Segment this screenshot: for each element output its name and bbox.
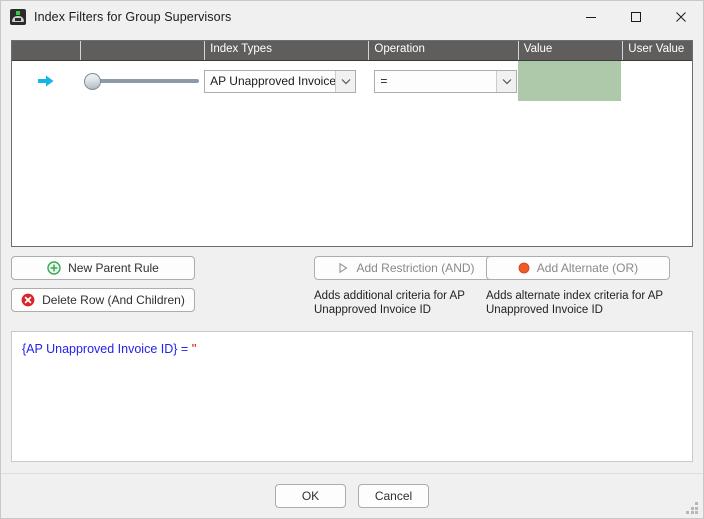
- title-bar: Index Filters for Group Supervisors: [1, 1, 703, 32]
- app-icon: [10, 8, 26, 25]
- index-type-cell[interactable]: AP Unapproved Invoice ...: [204, 61, 368, 101]
- operation-cell[interactable]: =: [368, 61, 518, 101]
- dialog-window: Index Filters for Group Supervisors Inde…: [0, 0, 704, 519]
- delete-circle-icon: [21, 293, 35, 307]
- add-alternate-label: Add Alternate (OR): [536, 261, 639, 275]
- minimize-icon[interactable]: [568, 1, 613, 32]
- window-title: Index Filters for Group Supervisors: [34, 9, 232, 24]
- add-alternate-column: Add Alternate (OR) Adds alternate index …: [486, 256, 693, 318]
- left-action-column: New Parent Rule Delete Row (And Children…: [11, 256, 260, 318]
- rule-depth-cell[interactable]: [80, 61, 204, 101]
- expression-field: {AP Unapproved Invoice ID}: [22, 342, 178, 356]
- dialog-footer: OK Cancel: [1, 473, 703, 518]
- action-bar: New Parent Rule Delete Row (And Children…: [11, 256, 693, 318]
- alternate-circle-icon: [518, 262, 530, 274]
- column-header-index-types[interactable]: Index Types: [204, 41, 368, 60]
- column-header-rule[interactable]: [79, 41, 204, 60]
- row-selected-arrow-icon: [37, 75, 54, 87]
- cancel-button[interactable]: Cancel: [358, 484, 429, 508]
- add-restriction-button[interactable]: Add Restriction (AND): [314, 256, 498, 280]
- play-triangle-icon: [337, 262, 349, 274]
- add-restriction-column: Add Restriction (AND) Adds additional cr…: [260, 256, 498, 318]
- add-restriction-label: Add Restriction (AND): [356, 261, 475, 275]
- resize-grip[interactable]: [686, 502, 699, 515]
- close-icon[interactable]: [658, 1, 703, 32]
- column-header-select[interactable]: [12, 41, 80, 60]
- add-alternate-button[interactable]: Add Alternate (OR): [486, 256, 670, 280]
- expression-preview: {AP Unapproved Invoice ID} = '': [11, 331, 693, 462]
- value-input[interactable]: [517, 61, 621, 101]
- operation-value: =: [380, 74, 388, 88]
- delete-row-label: Delete Row (And Children): [42, 293, 185, 307]
- ok-button[interactable]: OK: [275, 484, 346, 508]
- row-selector-cell[interactable]: [12, 61, 80, 101]
- rule-depth-slider[interactable]: [83, 70, 202, 92]
- index-type-value: AP Unapproved Invoice ...: [210, 74, 336, 88]
- window-controls: [568, 1, 703, 32]
- expression-literal: '': [191, 342, 197, 356]
- add-alternate-hint: Adds alternate index criteria for AP Una…: [486, 290, 663, 316]
- chevron-down-icon[interactable]: [335, 70, 356, 92]
- column-header-operation[interactable]: Operation: [368, 41, 517, 60]
- grid-header-row: Index Types Operation Value User Value: [12, 41, 692, 61]
- table-row[interactable]: AP Unapproved Invoice ... =: [12, 61, 692, 101]
- delete-row-button[interactable]: Delete Row (And Children): [11, 288, 195, 312]
- index-type-dropdown[interactable]: AP Unapproved Invoice ...: [204, 69, 357, 93]
- slider-track: [92, 79, 199, 83]
- expression-operator: =: [180, 342, 189, 356]
- column-header-value[interactable]: Value: [517, 41, 623, 60]
- slider-thumb[interactable]: [83, 73, 101, 90]
- user-value-cell[interactable]: [622, 61, 692, 101]
- value-cell[interactable]: [517, 61, 623, 101]
- filters-grid[interactable]: Index Types Operation Value User Value A…: [11, 40, 693, 247]
- add-circle-icon: [47, 261, 61, 275]
- maximize-icon[interactable]: [613, 1, 658, 32]
- new-parent-rule-label: New Parent Rule: [68, 261, 159, 275]
- new-parent-rule-button[interactable]: New Parent Rule: [11, 256, 195, 280]
- operation-dropdown[interactable]: =: [374, 69, 518, 93]
- column-header-user-value[interactable]: User Value: [622, 41, 692, 60]
- chevron-down-icon[interactable]: [496, 70, 517, 92]
